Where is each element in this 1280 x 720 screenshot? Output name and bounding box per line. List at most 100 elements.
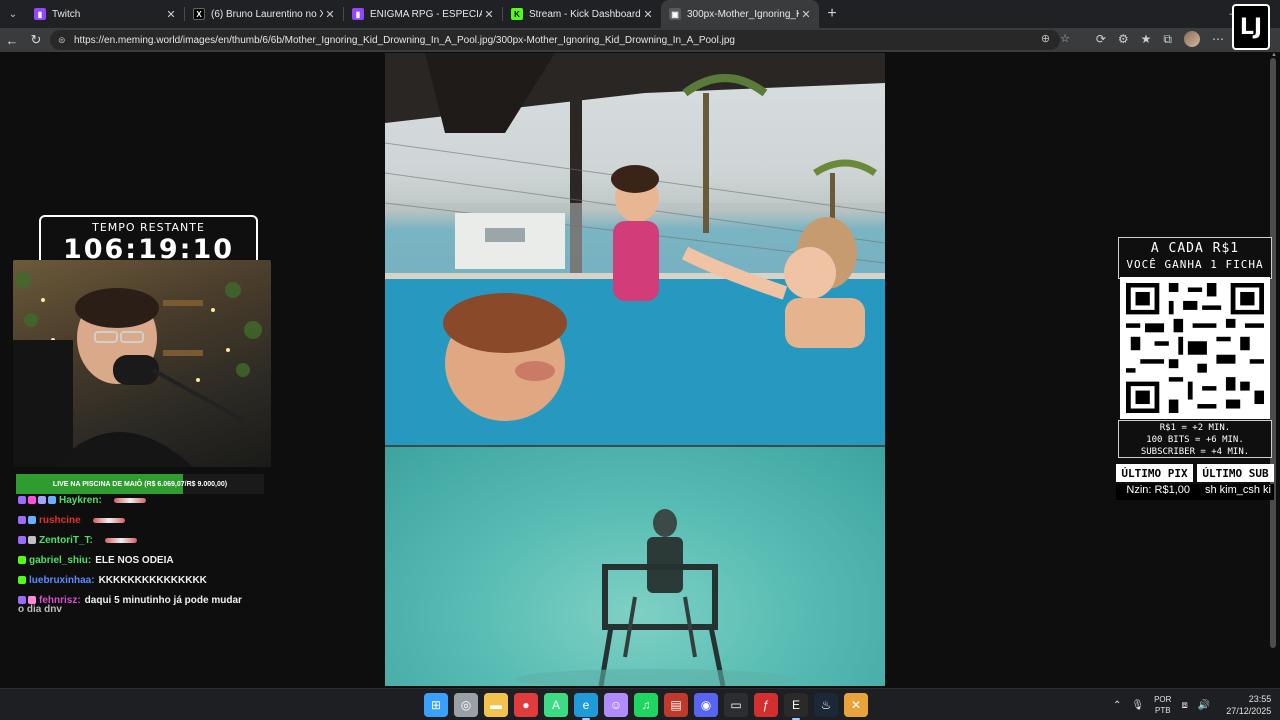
- underwater-skeleton-illustration: [515, 509, 795, 686]
- volume-icon[interactable]: 🔊: [1198, 700, 1210, 711]
- chat-badge-icon: [28, 596, 36, 604]
- tab-title: 300px-Mother_Ignoring_Kid_Drow: [687, 8, 799, 20]
- chat-badge-icon: [28, 496, 36, 504]
- chat-message: fehnrisz: daqui 5 minutinho já pode mudar: [18, 590, 268, 610]
- network-icon[interactable]: ⧈: [1181, 700, 1187, 711]
- close-icon[interactable]: ✕: [799, 8, 813, 21]
- steam-icon[interactable]: ♨: [814, 693, 838, 717]
- omnibox-actions: ⊕ ☆: [1041, 32, 1070, 45]
- chat-overlay: Haykren: rushcine ZentoriT_T: gabriel_shiu:…: [18, 490, 268, 615]
- tab-title: (6) Bruno Laurentino no X: "@luii: [211, 8, 323, 20]
- chat-badge-icon: [18, 596, 26, 604]
- kick-icon: K: [511, 8, 523, 20]
- site-info-icon[interactable]: ⊜: [58, 35, 68, 45]
- zoom-icon[interactable]: ⊕: [1041, 32, 1050, 45]
- chat-username: Haykren:: [59, 494, 102, 506]
- close-icon[interactable]: ✕: [641, 8, 655, 21]
- qr-code-pattern: [1126, 283, 1264, 413]
- profile-avatar[interactable]: [1184, 31, 1200, 47]
- input-language[interactable]: POR PTB: [1154, 694, 1171, 716]
- file-explorer-icon[interactable]: ▬: [484, 693, 508, 717]
- timer-label: TEMPO RESTANTE: [92, 221, 205, 234]
- address-text: https://en.meming.world/images/en/thumb/…: [74, 34, 735, 46]
- chat-message: luebruxinhaa: KKKKKKKKKKKKKKK: [18, 570, 268, 590]
- clock-date: 27/12/2025: [1226, 706, 1272, 716]
- microphone-icon[interactable]: 🎙: [1131, 700, 1144, 711]
- chat-username: ZentoriT_T:: [39, 534, 93, 546]
- spotify-icon[interactable]: ♫: [634, 693, 658, 717]
- last-sub-label: ÚLTIMO SUB: [1197, 464, 1274, 482]
- tab-meme-image[interactable]: ▣ 300px-Mother_Ignoring_Kid_Drow ✕: [661, 0, 819, 28]
- taskbar-apps: ⊞ ◎ ▬ ● Ae ☺ ♫ ▤ ◉ ▭ ƒ E ♨ ✕: [424, 693, 868, 720]
- toolbar-extensions: ⟳ ⚙ ★ ⧉ ⋯: [1096, 31, 1224, 47]
- ghost-app-icon[interactable]: ☺: [604, 693, 628, 717]
- chat-badge-icon: [18, 496, 26, 504]
- chat-message: Haykren:: [18, 490, 268, 510]
- chat-message: ZentoriT_T:: [18, 530, 268, 550]
- rate-line: 100 BITS = +6 MIN.: [1146, 435, 1244, 445]
- chat-badge-icon: [18, 516, 26, 524]
- chat-badges: [18, 576, 26, 584]
- last-support-values: Nzin: R$1,00 sh kim_csh ki: [1116, 484, 1274, 500]
- close-icon[interactable]: ✕: [482, 8, 496, 21]
- chat-emote-icon: [92, 517, 125, 523]
- edge-browser-icon[interactable]: e: [574, 693, 598, 720]
- x-icon: X: [193, 8, 205, 20]
- app-red-icon[interactable]: ●: [514, 693, 538, 717]
- android-studio-icon[interactable]: A: [544, 693, 568, 717]
- screen: ⌄ ▮ Twitch ✕ X (6) Bruno Laurentino no X…: [0, 0, 1280, 720]
- last-pix-value: Nzin: R$1,00: [1126, 484, 1190, 496]
- more-menu-icon[interactable]: ⋯: [1212, 32, 1224, 46]
- pix-info-box: A CADA R$1 VOCÊ GANHA 1 FICHA: [1118, 237, 1272, 279]
- extension-icon[interactable]: ⚙: [1118, 32, 1129, 46]
- tab-enigma-twitch[interactable]: ▮ ENIGMA RPG - ESPECIAL - Twitch ✕: [344, 0, 502, 28]
- tab-kick-dashboard[interactable]: K Stream - Kick Dashboard ✕: [503, 0, 661, 28]
- chat-badge-icon: [48, 496, 56, 504]
- page-scrollbar[interactable]: [1270, 58, 1276, 648]
- flash-icon[interactable]: ƒ: [754, 693, 778, 717]
- chat-username: gabriel_shiu:: [29, 554, 92, 566]
- chat-badge-icon: [38, 496, 46, 504]
- language-code: POR: [1154, 695, 1172, 704]
- reload-button[interactable]: ↻: [24, 28, 48, 52]
- chat-username: luebruxinhaa:: [29, 574, 95, 586]
- tab-x-post[interactable]: X (6) Bruno Laurentino no X: "@luii ✕: [185, 0, 343, 28]
- refresh-extension-icon[interactable]: ⟳: [1096, 32, 1106, 46]
- collections-icon[interactable]: ⧉: [1163, 32, 1172, 47]
- system-clock[interactable]: 23:55 27/12/2025: [1226, 693, 1271, 717]
- tray-overflow-chevron-icon[interactable]: ⌃: [1113, 700, 1121, 711]
- terminal-icon[interactable]: ▭: [724, 693, 748, 717]
- clock-time: 23:55: [1248, 694, 1272, 704]
- new-tab-button[interactable]: +: [819, 0, 845, 28]
- discord-icon[interactable]: ◉: [694, 693, 718, 717]
- close-icon[interactable]: ✕: [164, 8, 178, 21]
- windows-start-icon[interactable]: ⊞: [424, 693, 448, 717]
- tools-app-icon[interactable]: ✕: [844, 693, 868, 717]
- back-button[interactable]: ←: [0, 28, 24, 52]
- keyboard-layout: PTB: [1154, 706, 1171, 715]
- close-icon[interactable]: ✕: [323, 8, 337, 21]
- chat-text: KKKKKKKKKKKKKKK: [98, 574, 207, 586]
- webcam-feed: [13, 260, 271, 467]
- chat-username: fehnrisz:: [39, 594, 81, 606]
- chat-badge-icon: [18, 576, 26, 584]
- twitch-icon: ▮: [352, 8, 364, 20]
- last-sub-value: sh kim_csh ki: [1204, 484, 1271, 496]
- pix-qr-code: [1120, 277, 1270, 419]
- windows-taskbar: ⊞ ◎ ▬ ● Ae ☺ ♫ ▤ ◉ ▭ ƒ E ♨ ✕ ⌃ 🎙 POR PTB ⧈ 🔊 23:55 27…: [0, 688, 1280, 720]
- address-bar[interactable]: ⊜ https://en.meming.world/images/en/thum…: [50, 30, 1060, 50]
- mixer-app-icon[interactable]: ▤: [664, 693, 688, 717]
- last-support-labels: ÚLTIMO PIX ÚLTIMO SUB: [1116, 464, 1274, 482]
- tab-list-chevron-icon[interactable]: ⌄: [0, 0, 26, 28]
- pix-line-1: A CADA R$1: [1150, 241, 1240, 256]
- tab-title: Stream - Kick Dashboard: [529, 8, 641, 20]
- widgets-icon[interactable]: ◎: [454, 693, 478, 717]
- chat-message: rushcine: [18, 510, 268, 530]
- tab-twitch[interactable]: ▮ Twitch ✕: [26, 0, 184, 28]
- bookmark-star-icon[interactable]: ☆: [1060, 32, 1070, 45]
- epic-games-icon[interactable]: E: [784, 693, 808, 720]
- chat-badge-icon: [28, 536, 36, 544]
- favorites-icon[interactable]: ★: [1141, 32, 1152, 46]
- streamer-webcam-illustration: [13, 272, 262, 467]
- chat-badge-icon: [18, 556, 26, 564]
